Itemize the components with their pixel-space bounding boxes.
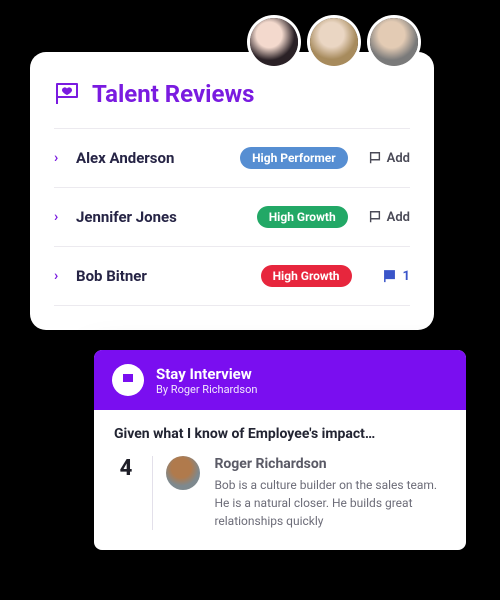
avatar xyxy=(310,18,358,66)
add-label: Add xyxy=(387,210,410,225)
popup-header: Stay Interview By Roger Richardson xyxy=(94,350,466,410)
header-avatars xyxy=(250,18,418,66)
chevron-right-icon: › xyxy=(54,268,68,284)
employee-name: Bob Bitner xyxy=(76,267,253,285)
talent-reviews-card: Talent Reviews › Alex Anderson High Perf… xyxy=(30,52,434,330)
talent-row[interactable]: › Bob Bitner High Growth 1 xyxy=(54,246,410,306)
employee-name: Alex Anderson xyxy=(76,149,232,167)
talent-row[interactable]: › Jennifer Jones High Growth Add xyxy=(54,187,410,246)
flag-filled-icon xyxy=(382,269,397,284)
status-badge: High Growth xyxy=(257,206,348,228)
avatar xyxy=(370,18,418,66)
score-value: 4 xyxy=(114,456,138,481)
avatar xyxy=(250,18,298,66)
popup-body: Given what I know of Employee's impact… … xyxy=(94,410,466,550)
chevron-right-icon: › xyxy=(54,209,68,225)
flag-circle-icon xyxy=(112,364,144,396)
flag-count[interactable]: 1 xyxy=(382,269,410,284)
flag-count-value: 1 xyxy=(403,269,410,284)
add-label: Add xyxy=(387,151,410,166)
status-badge: High Performer xyxy=(240,147,348,169)
question-text: Given what I know of Employee's impact… xyxy=(114,426,446,442)
status-badge: High Growth xyxy=(261,265,352,287)
flag-icon xyxy=(368,210,382,224)
chevron-right-icon: › xyxy=(54,150,68,166)
flag-heart-icon xyxy=(54,82,82,106)
popup-title: Stay Interview xyxy=(156,365,257,383)
add-button[interactable]: Add xyxy=(368,151,410,166)
add-button[interactable]: Add xyxy=(368,210,410,225)
employee-name: Jennifer Jones xyxy=(76,208,249,226)
comment-text: Bob is a culture builder on the sales te… xyxy=(214,476,446,530)
popup-byline: By Roger Richardson xyxy=(156,383,257,396)
card-header: Talent Reviews xyxy=(54,80,410,108)
flag-icon xyxy=(368,151,382,165)
card-title: Talent Reviews xyxy=(92,80,254,108)
talent-row[interactable]: › Alex Anderson High Performer Add xyxy=(54,128,410,187)
avatar xyxy=(166,456,200,490)
stay-interview-card: Stay Interview By Roger Richardson Given… xyxy=(94,350,466,550)
commenter-name: Roger Richardson xyxy=(214,456,446,472)
